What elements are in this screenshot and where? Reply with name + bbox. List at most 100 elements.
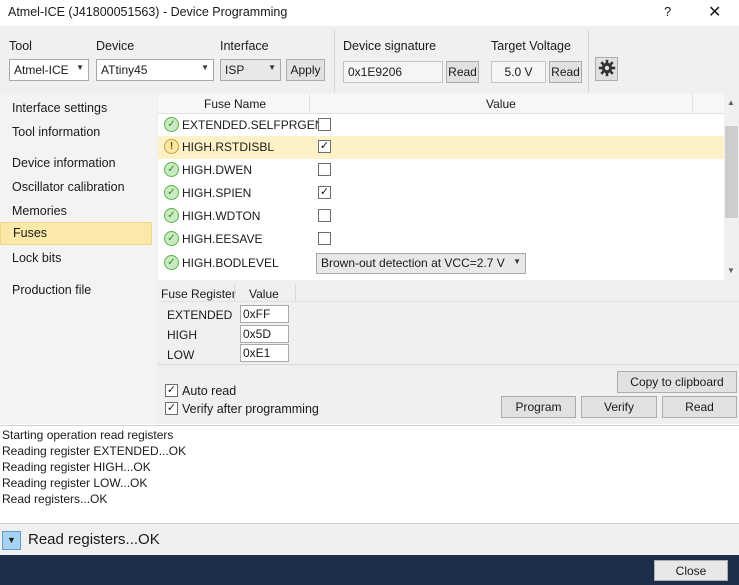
fuse-name: HIGH.DWEN — [182, 163, 252, 177]
voltage-read-button[interactable]: Read — [549, 61, 582, 83]
log-line: Read registers...OK — [2, 492, 108, 506]
verify-button[interactable]: Verify — [581, 396, 657, 418]
device-label: Device — [96, 39, 135, 53]
fuse-name-column-header[interactable]: Fuse Name — [204, 97, 266, 111]
column-divider — [295, 284, 296, 302]
check-ok-icon: ✓ — [164, 185, 179, 200]
fuse-register-section: Fuse Register Value EXTENDED 0xFF HIGH 0… — [158, 284, 739, 362]
auto-read-checkbox[interactable]: ✓ — [165, 384, 178, 397]
toolbar: Tool Atmel-ICE ▼ Device ATtiny45 ▼ Inter… — [0, 26, 739, 94]
column-divider — [309, 94, 310, 114]
warning-icon: ! — [164, 139, 179, 154]
log-line: Starting operation read registers — [2, 428, 174, 442]
sidebar-item-production-file[interactable]: Production file — [0, 279, 152, 303]
fuse-checkbox[interactable] — [318, 118, 331, 131]
output-log: Starting operation read registers Readin… — [0, 425, 739, 522]
apply-button[interactable]: Apply — [286, 59, 325, 81]
fuse-row: ✓ HIGH.SPIEN ✓ — [158, 182, 724, 205]
chevron-down-icon: ▼ — [201, 63, 209, 72]
register-value-field[interactable]: 0x5D — [240, 325, 289, 343]
register-column-header: Fuse Register — [161, 287, 236, 301]
fuse-checkbox[interactable] — [318, 163, 331, 176]
auto-read-label: Auto read — [182, 384, 237, 398]
tool-select-value: Atmel-ICE — [14, 63, 69, 77]
tool-label: Tool — [9, 39, 32, 53]
tool-select[interactable]: Atmel-ICE ▼ — [9, 59, 89, 81]
log-line: Reading register EXTENDED...OK — [2, 444, 187, 458]
dialog-footer: Close — [0, 555, 739, 585]
check-ok-icon: ✓ — [164, 255, 179, 270]
gear-icon — [598, 59, 615, 77]
fuse-checkbox[interactable] — [318, 209, 331, 222]
fuse-name: EXTENDED.SELFPRGEN — [182, 118, 324, 132]
register-name: EXTENDED — [167, 308, 233, 322]
sidebar: Interface settings Tool information Devi… — [0, 94, 156, 424]
help-button[interactable]: ? — [664, 4, 671, 19]
register-value-field[interactable]: 0xFF — [240, 305, 289, 323]
voltage-label: Target Voltage — [491, 39, 571, 53]
voltage-field: 5.0 V — [491, 61, 546, 83]
signature-label: Device signature — [343, 39, 437, 53]
log-line: Reading register HIGH...OK — [2, 460, 151, 474]
title-bar: Atmel-ICE (J41800051563) - Device Progra… — [0, 0, 739, 26]
fuse-name: HIGH.EESAVE — [182, 232, 263, 246]
device-select-value: ATtiny45 — [101, 63, 148, 77]
fuse-checkbox[interactable]: ✓ — [318, 140, 331, 153]
fuse-row: ! HIGH.RSTDISBL ✓ — [158, 136, 724, 159]
check-ok-icon: ✓ — [164, 162, 179, 177]
fuse-checkbox[interactable] — [318, 232, 331, 245]
copy-to-clipboard-button[interactable]: Copy to clipboard — [617, 371, 737, 393]
fuse-name: HIGH.WDTON — [182, 209, 261, 223]
settings-button[interactable] — [595, 57, 618, 81]
scrollbar-thumb[interactable] — [725, 126, 738, 218]
program-button[interactable]: Program — [501, 396, 576, 418]
bodlevel-select-value: Brown-out detection at VCC=2.7 V — [321, 256, 505, 270]
sidebar-item-tool-information[interactable]: Tool information — [0, 121, 152, 145]
fuse-value-column-header[interactable]: Value — [486, 97, 516, 111]
device-select[interactable]: ATtiny45 ▼ — [96, 59, 214, 81]
fuse-grid: Fuse Name Value ✓ EXTENDED.SELFPRGEN ! H… — [158, 94, 739, 280]
toolbar-divider — [334, 30, 335, 92]
check-ok-icon: ✓ — [164, 208, 179, 223]
bodlevel-select[interactable]: Brown-out detection at VCC=2.7 V ▼ — [316, 253, 526, 274]
column-divider — [692, 94, 693, 114]
chevron-down-icon: ▼ — [76, 63, 84, 72]
fuse-name: HIGH.BODLEVEL — [182, 256, 279, 270]
interface-label: Interface — [220, 39, 269, 53]
fuse-row: ✓ HIGH.EESAVE — [158, 228, 724, 251]
register-value-field[interactable]: 0xE1 — [240, 344, 289, 362]
fuse-row: ✓ HIGH.BODLEVEL Brown-out detection at V… — [158, 251, 724, 277]
sidebar-item-memories[interactable]: Memories — [0, 200, 152, 224]
sidebar-item-lock-bits[interactable]: Lock bits — [0, 247, 152, 271]
toolbar-divider — [588, 30, 589, 92]
chevron-down-icon: ▼ — [268, 63, 276, 72]
sidebar-item-fuses[interactable]: Fuses — [0, 222, 152, 245]
status-bar: ▼ Read registers...OK — [0, 523, 739, 555]
verify-after-programming-checkbox[interactable]: ✓ — [165, 402, 178, 415]
window-close-button[interactable]: ✕ — [708, 2, 721, 22]
fuse-grid-scrollbar[interactable]: ▲ ▼ — [724, 94, 739, 280]
register-header: Fuse Register Value — [158, 284, 739, 302]
scroll-up-icon[interactable]: ▲ — [727, 98, 735, 107]
status-text: Read registers...OK — [28, 531, 160, 548]
close-button[interactable]: Close — [654, 560, 728, 581]
read-button[interactable]: Read — [662, 396, 737, 418]
register-name: LOW — [167, 348, 195, 362]
sidebar-item-interface-settings[interactable]: Interface settings — [0, 97, 152, 121]
fuse-checkbox[interactable]: ✓ — [318, 186, 331, 199]
expand-log-toggle[interactable]: ▼ — [2, 531, 21, 550]
window-title: Atmel-ICE (J41800051563) - Device Progra… — [8, 5, 288, 19]
sidebar-item-oscillator-calibration[interactable]: Oscillator calibration — [0, 176, 152, 200]
verify-after-programming-label: Verify after programming — [182, 402, 319, 416]
fuse-grid-header: Fuse Name Value — [158, 94, 724, 114]
signature-field: 0x1E9206 — [343, 61, 443, 83]
register-name: HIGH — [167, 328, 197, 342]
scroll-down-icon[interactable]: ▼ — [727, 266, 735, 275]
fuse-row: ✓ HIGH.WDTON — [158, 205, 724, 228]
sidebar-item-device-information[interactable]: Device information — [0, 152, 152, 176]
signature-read-button[interactable]: Read — [446, 61, 479, 83]
column-divider — [234, 284, 235, 302]
fuse-row: ✓ HIGH.DWEN — [158, 159, 724, 182]
chevron-down-icon: ▼ — [513, 257, 521, 266]
interface-select[interactable]: ISP ▼ — [220, 59, 281, 81]
